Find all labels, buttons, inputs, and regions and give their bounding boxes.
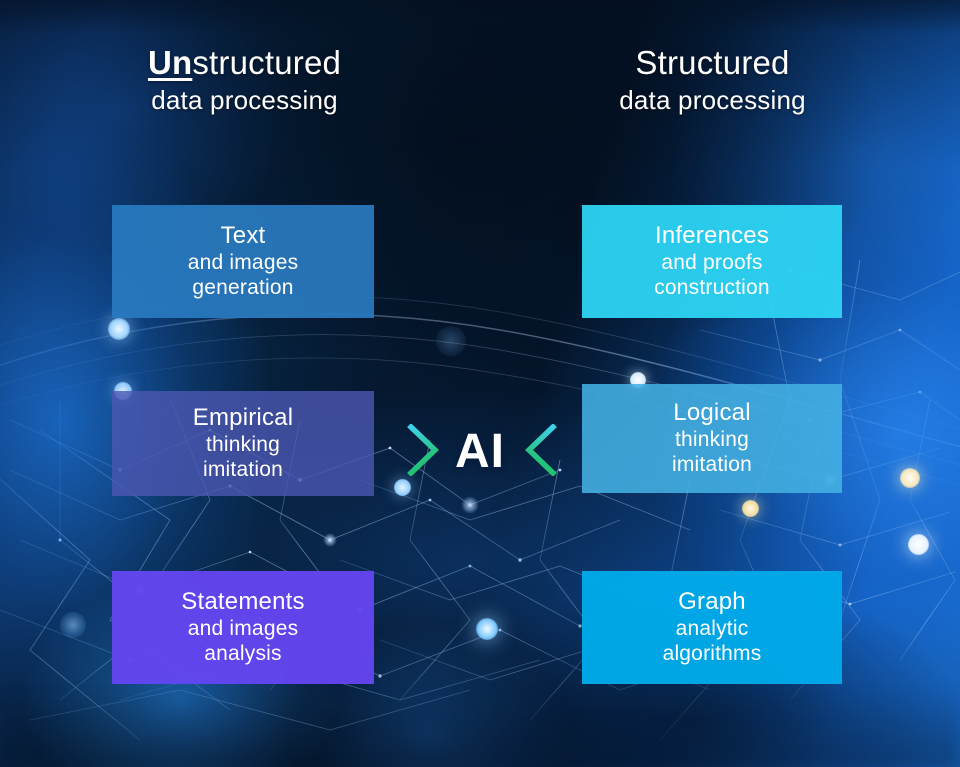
right-column-heading: Structured data processing	[540, 44, 885, 116]
bokeh-orb	[742, 500, 759, 517]
top-blur-band	[0, 0, 960, 34]
card-line2: thinking	[206, 432, 280, 456]
left-heading-line1: Unstructured	[72, 44, 417, 83]
card-line3: algorithms	[662, 641, 762, 665]
bokeh-orb	[908, 534, 929, 555]
card-line3: imitation	[203, 457, 283, 481]
chevron-right-icon	[406, 423, 440, 477]
bokeh-orb	[108, 318, 130, 340]
card-line2: and images	[187, 250, 299, 274]
card-title: Inferences	[654, 222, 770, 250]
bokeh-orb	[60, 612, 86, 638]
card-text-and-images-generation[interactable]: Text and images generation	[112, 205, 374, 318]
card-empirical-thinking-imitation[interactable]: Empirical thinking imitation	[112, 391, 374, 496]
card-line3: construction	[654, 275, 770, 299]
bokeh-orb	[900, 468, 920, 488]
card-line3: imitation	[672, 452, 752, 476]
bottom-blur-band	[0, 688, 960, 767]
card-graph-analytic-algorithms[interactable]: Graph analytic algorithms	[582, 571, 842, 684]
right-heading-line2: data processing	[619, 84, 806, 115]
left-heading-line2: data processing	[151, 84, 338, 115]
card-title: Empirical	[192, 404, 294, 432]
left-heading-rest: structured	[192, 44, 342, 81]
slide-canvas: Unstructured data processing Structured …	[0, 0, 960, 767]
chevron-left-icon	[524, 423, 558, 477]
left-heading-emphasis: Un	[147, 44, 193, 81]
bokeh-orb	[436, 326, 466, 356]
left-column-heading: Unstructured data processing	[72, 44, 417, 116]
card-inferences-and-proofs-construction[interactable]: Inferences and proofs construction	[582, 205, 842, 318]
card-title: Text	[220, 222, 266, 250]
card-logical-thinking-imitation[interactable]: Logical thinking imitation	[582, 384, 842, 493]
bokeh-orb	[476, 618, 498, 640]
ai-label: AI	[455, 425, 505, 478]
card-title: Logical	[673, 399, 751, 427]
card-line3: generation	[192, 275, 294, 299]
card-line3: analysis	[204, 641, 282, 665]
card-line2: and proofs	[661, 250, 763, 274]
card-line2: analytic	[675, 616, 749, 640]
card-title: Statements	[181, 588, 305, 616]
card-statements-and-images-analysis[interactable]: Statements and images analysis	[112, 571, 374, 684]
card-line2: thinking	[675, 427, 749, 451]
card-line2: and images	[187, 616, 299, 640]
bokeh-orb	[394, 479, 411, 496]
right-heading-line1: Structured	[635, 44, 790, 81]
card-title: Graph	[678, 588, 746, 616]
